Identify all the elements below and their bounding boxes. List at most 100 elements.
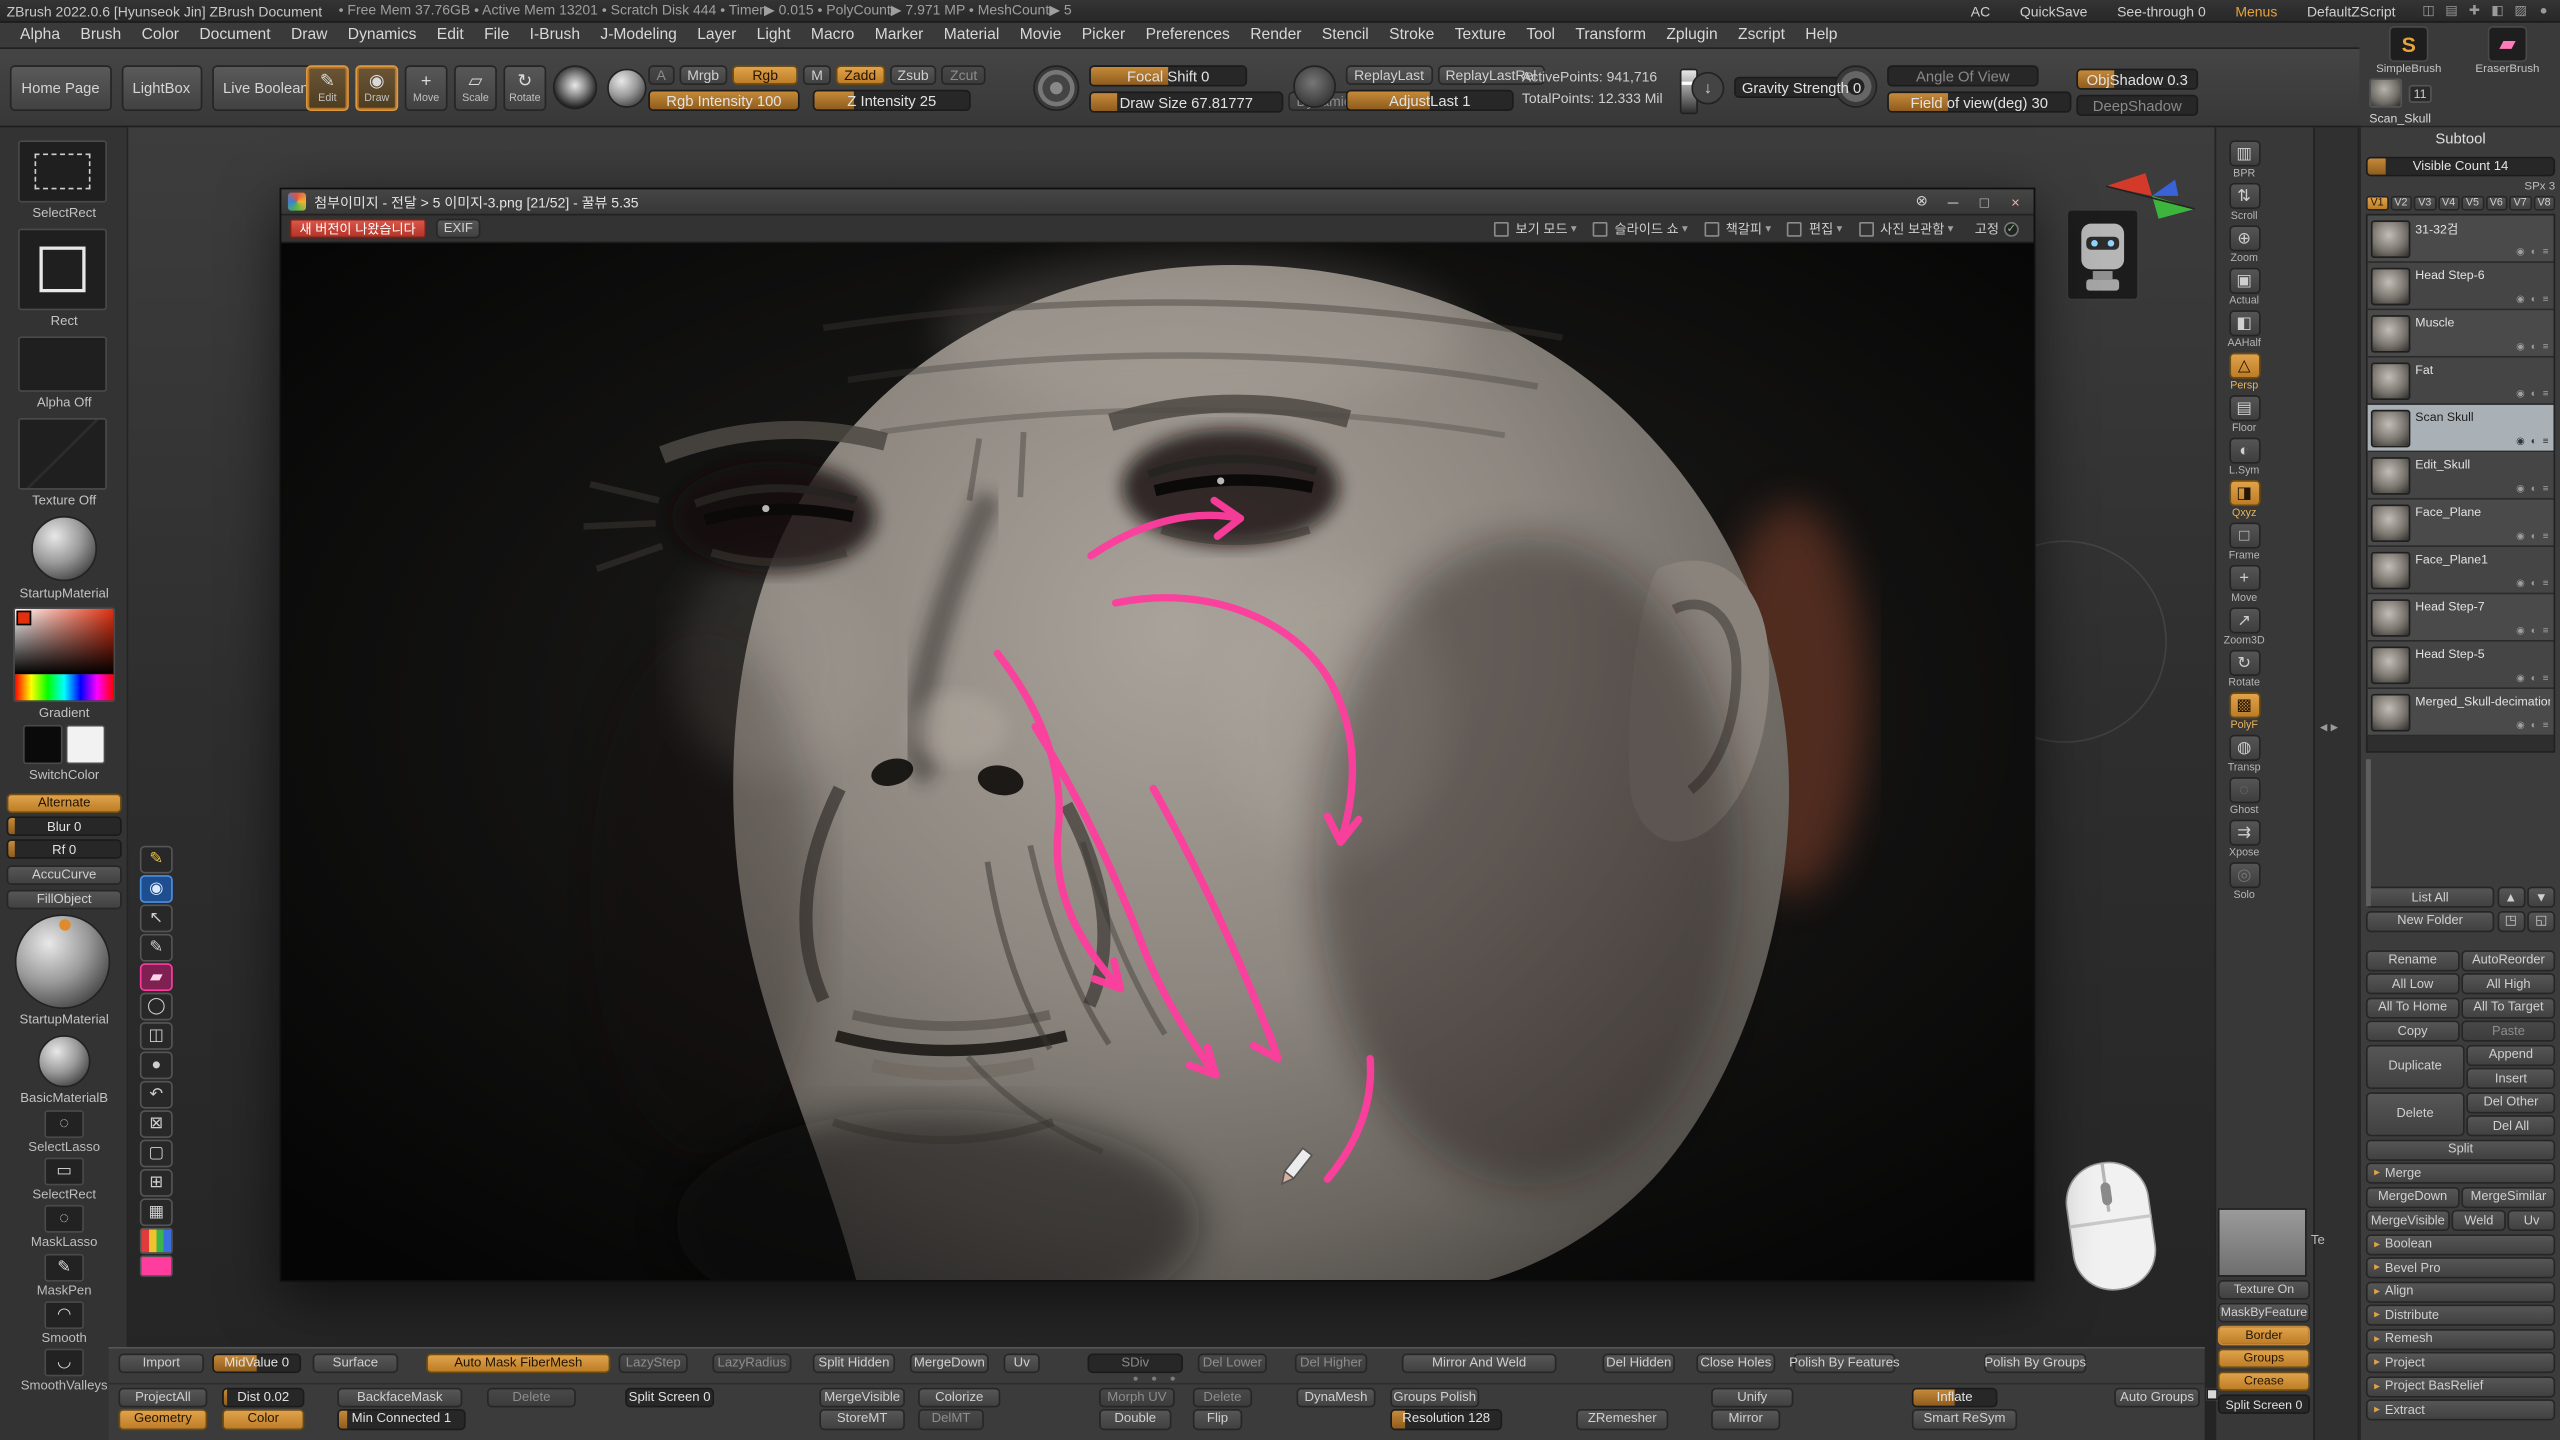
tray-button[interactable]: Inflate: [1912, 1387, 1998, 1407]
tray-button[interactable]: Geometry: [118, 1409, 207, 1429]
variant-tab[interactable]: V5: [2461, 196, 2483, 211]
quicksave-button[interactable]: QuickSave: [2013, 2, 2094, 18]
uv-button[interactable]: Uv: [2508, 1210, 2555, 1231]
bevel-pro-section[interactable]: Bevel Pro: [2366, 1257, 2555, 1278]
del-all-button[interactable]: Del All: [2467, 1115, 2555, 1136]
shelf-button[interactable]: ◌ Ghost: [2220, 777, 2269, 816]
subtool-row-icons[interactable]: ◉ ◐ ≡: [2415, 625, 2550, 636]
copy-button[interactable]: Copy: [2366, 1020, 2459, 1041]
subtool-thumbnail[interactable]: [2371, 693, 2410, 731]
tray-button[interactable]: Polish By Features: [1793, 1353, 1895, 1373]
tray-button[interactable]: Uv: [1004, 1353, 1040, 1373]
subtool-thumbnail[interactable]: [2371, 267, 2410, 305]
subtool-row-icons[interactable]: ◉ ◐ ≡: [2415, 246, 2550, 257]
menu-item[interactable]: Dynamics: [338, 26, 427, 44]
subtool-thumbnail[interactable]: [2371, 362, 2410, 400]
31-32검[interactable]: 31-32검 ◉ ◐ ≡: [2368, 216, 2554, 263]
quick-brush[interactable]: ✎ MaskPen: [0, 1253, 128, 1297]
tray-button[interactable]: Color: [222, 1409, 304, 1429]
duplicate-button[interactable]: Duplicate: [2366, 1044, 2464, 1089]
subtool-header[interactable]: Subtool: [2366, 131, 2555, 149]
rename-button[interactable]: Rename: [2366, 949, 2459, 970]
tray-button[interactable]: Smart ReSym: [1912, 1409, 2017, 1429]
subtool-row-icons[interactable]: ◉ ◐ ≡: [2415, 482, 2550, 493]
tray-button[interactable]: Polish By Groups: [1984, 1353, 2086, 1373]
tray-button[interactable]: Split Hidden: [813, 1353, 895, 1373]
subtool-thumbnail[interactable]: [2371, 598, 2410, 636]
all-to-target-button[interactable]: All To Target: [2462, 997, 2555, 1018]
autoreorder-button[interactable]: AutoReorder: [2462, 949, 2555, 970]
pin-toggle[interactable]: 고정 ✓: [1968, 220, 2025, 238]
del-other-button[interactable]: Del Other: [2467, 1091, 2555, 1112]
simple-brush-button[interactable]: S SimpleBrush: [2363, 26, 2455, 75]
tray-button[interactable]: MidValue 0: [212, 1353, 301, 1373]
menu-item[interactable]: Alpha: [10, 26, 70, 44]
live-boolean-button[interactable]: Live Boolean: [212, 65, 321, 111]
menu-item[interactable]: Edit: [427, 26, 474, 44]
tray-button[interactable]: LazyRadius: [712, 1353, 791, 1373]
menu-item[interactable]: Transform: [1565, 26, 1656, 44]
interface-icon[interactable]: ◧: [2488, 2, 2508, 18]
adjust-last-slider[interactable]: AdjustLast 1: [1346, 90, 1514, 111]
paste-button[interactable]: Paste: [2462, 1020, 2555, 1041]
pin-pen-icon[interactable]: ✎: [140, 846, 173, 874]
texture-on-toggle[interactable]: Texture On: [2218, 1280, 2310, 1300]
secondary-color-swatch[interactable]: [66, 725, 105, 764]
viewer-menu[interactable]: 책갈피 ▾: [1699, 220, 1776, 238]
folder-icon[interactable]: ◳: [2497, 910, 2525, 931]
brush-alpha-preview[interactable]: [553, 65, 597, 109]
alternate-button[interactable]: Alternate: [7, 793, 122, 813]
menu-item[interactable]: Stencil: [1312, 26, 1379, 44]
move-up-button[interactable]: ▲: [2497, 887, 2525, 908]
blur-slider[interactable]: Blur 0: [7, 816, 122, 836]
tray-button[interactable]: Auto Groups: [2114, 1387, 2200, 1407]
shelf-button[interactable]: ▣ Actual: [2220, 268, 2269, 307]
menu-item[interactable]: Render: [1240, 26, 1312, 44]
menu-item[interactable]: Zscript: [1728, 26, 1795, 44]
groups-button[interactable]: Groups: [2218, 1349, 2310, 1369]
Head Step-7[interactable]: Head Step-7 ◉ ◐ ≡: [2368, 594, 2554, 641]
m-button[interactable]: M: [803, 65, 831, 85]
fill-object-button[interactable]: FillObject: [7, 890, 122, 910]
subtool-row-icons[interactable]: ◉ ◐ ≡: [2415, 577, 2550, 588]
rf-slider[interactable]: Rf 0: [7, 839, 122, 859]
menu-item[interactable]: Texture: [1445, 26, 1517, 44]
menu-item[interactable]: Help: [1795, 26, 1848, 44]
pen-icon[interactable]: ✎: [140, 934, 173, 962]
close-button[interactable]: ×: [2004, 192, 2027, 212]
tray-button[interactable]: SDiv: [1088, 1353, 1183, 1373]
eraser-brush-button[interactable]: ▰ EraserBrush: [2461, 26, 2553, 75]
tray-button[interactable]: Unify: [1711, 1387, 1793, 1407]
shelf-button[interactable]: ◐ L.Sym: [2220, 438, 2269, 477]
ink-color-swatch[interactable]: [140, 1256, 173, 1277]
tray-button[interactable]: ZRemesher: [1576, 1409, 1668, 1429]
main-color-swatch[interactable]: [23, 725, 62, 764]
append-button[interactable]: Append: [2467, 1044, 2555, 1065]
trash-icon[interactable]: ⊠: [140, 1110, 173, 1138]
quick-brush[interactable]: ◌ MaskLasso: [0, 1206, 128, 1250]
Head Step-6[interactable]: Head Step-6 ◉ ◐ ≡: [2368, 263, 2554, 310]
menu-item[interactable]: Zplugin: [1656, 26, 1728, 44]
tray-button[interactable]: Groups Polish: [1390, 1387, 1479, 1407]
subtool-row-icons[interactable]: ◉ ◐ ≡: [2415, 388, 2550, 399]
accucurve-button[interactable]: AccuCurve: [7, 865, 122, 885]
tray-button[interactable]: Split Screen 0: [625, 1387, 714, 1407]
shelf-button[interactable]: ◧ AAHalf: [2220, 310, 2269, 349]
menu-item[interactable]: Draw: [281, 26, 338, 44]
subtool-thumbnail[interactable]: [2371, 456, 2410, 494]
variant-tab[interactable]: V1: [2366, 196, 2388, 211]
new-folder-button[interactable]: New Folder: [2366, 910, 2494, 931]
transform-mode-button[interactable]: ◉ Draw: [355, 65, 398, 111]
fov-slider[interactable]: Field of view(deg) 30: [1887, 91, 2071, 112]
document-canvas[interactable]: 첨부이미지 - 전달 > 5 이미지-3.png [21/52] - 꿀뷰 5.…: [128, 127, 2214, 1440]
transform-mode-button[interactable]: ▱ Scale: [454, 65, 497, 111]
menu-item[interactable]: Color: [131, 26, 189, 44]
update-available-button[interactable]: 새 버전이 나왔습니다: [290, 219, 426, 239]
shelf-button[interactable]: ▥ BPR: [2220, 140, 2269, 179]
tray-button[interactable]: Flip: [1193, 1409, 1242, 1429]
tray-button[interactable]: Import: [118, 1353, 204, 1373]
shelf-button[interactable]: ◨ Qxyz: [2220, 480, 2269, 519]
tray-button[interactable]: Auto Mask FiberMesh: [426, 1353, 610, 1373]
subtool-thumbnail[interactable]: [2371, 220, 2410, 258]
rgb-button[interactable]: Rgb: [732, 65, 798, 85]
